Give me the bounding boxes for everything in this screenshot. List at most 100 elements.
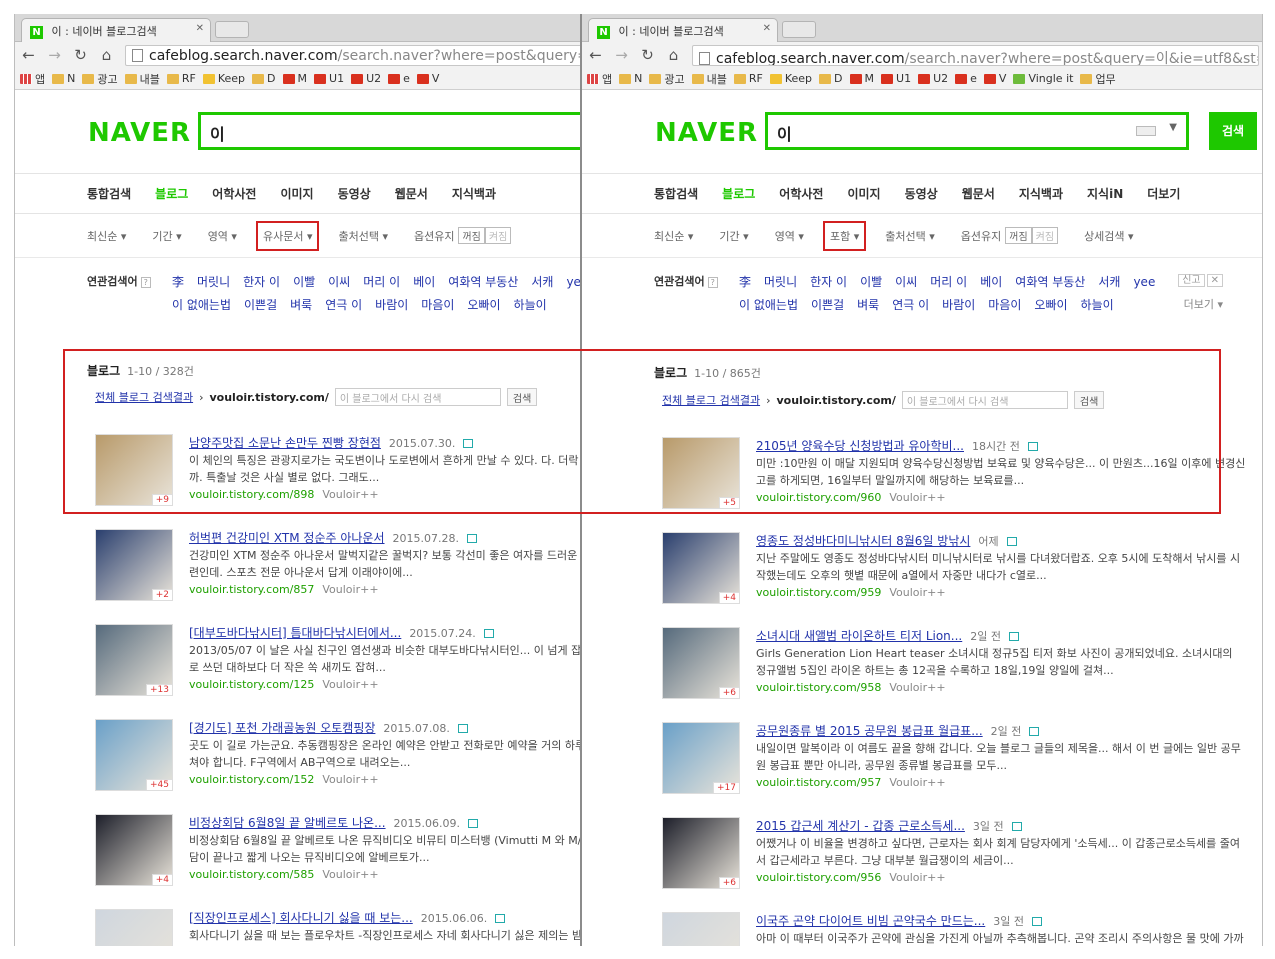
result-title-link[interactable]: [경기도] 포천 가래골농원 오토캠핑장 xyxy=(189,721,375,735)
tab-2[interactable]: 어학사전 xyxy=(779,185,823,202)
open-new-window-icon[interactable] xyxy=(467,534,477,543)
related-keyword[interactable]: 하늘이 xyxy=(1081,298,1114,312)
result-title-link[interactable]: 2105년 양육수당 신청방법과 유아학비... xyxy=(756,439,964,453)
related-keyword[interactable]: 바람이 xyxy=(942,298,975,312)
blog-search-button[interactable]: 검색 xyxy=(1073,391,1105,409)
result-author[interactable]: Vouloir++ xyxy=(889,681,945,694)
keyboard-icon[interactable] xyxy=(1136,126,1156,136)
result-url[interactable]: vouloir.tistory.com/898 xyxy=(189,488,314,501)
related-keyword[interactable]: 서캐 xyxy=(531,275,553,289)
bookmark-item[interactable]: RF xyxy=(166,72,196,85)
result-author[interactable]: Vouloir++ xyxy=(889,871,945,884)
tab-1[interactable]: 블로그 xyxy=(155,185,188,202)
related-keyword[interactable]: yee xyxy=(1133,275,1155,289)
result-author[interactable]: Vouloir++ xyxy=(889,776,945,789)
open-new-window-icon[interactable] xyxy=(457,724,468,733)
toggle-on[interactable]: 켜짐 xyxy=(484,227,512,244)
related-keyword[interactable]: 벼룩 xyxy=(290,298,312,312)
help-icon[interactable]: ? xyxy=(707,277,718,288)
result-url[interactable]: vouloir.tistory.com/585 xyxy=(189,868,314,881)
open-new-window-icon[interactable] xyxy=(483,629,494,638)
search-input[interactable]: 이 ▼ xyxy=(765,112,1189,150)
option-4[interactable]: 출처선택 ▾ xyxy=(338,228,388,244)
related-keyword[interactable]: 연극 이 xyxy=(325,298,362,312)
bookmark-item[interactable]: U1 xyxy=(314,72,344,85)
option-1[interactable]: 기간 ▾ xyxy=(152,228,181,244)
bookmark-item[interactable]: 앱 xyxy=(20,71,45,87)
option-0[interactable]: 최신순 ▾ xyxy=(654,228,693,244)
related-keyword[interactable]: 이 없애는법 xyxy=(739,298,798,312)
option-toggle[interactable]: 꺼짐 켜짐 xyxy=(1005,227,1059,244)
search-button[interactable]: 검색 xyxy=(1209,112,1257,150)
result-author[interactable]: Vouloir++ xyxy=(322,868,378,881)
result-title-link[interactable]: 허벅편 건강미인 XTM 정순주 아나운서 xyxy=(189,531,385,545)
option-toggle[interactable]: 꺼짐 켜짐 xyxy=(458,227,512,244)
new-tab-button[interactable] xyxy=(782,21,816,38)
result-thumbnail[interactable]: +3 xyxy=(95,909,173,946)
tab-7[interactable]: 지식iN xyxy=(1087,185,1123,202)
all-blog-results-link[interactable]: 전체 블로그 검색결과 xyxy=(662,392,760,408)
result-url[interactable]: vouloir.tistory.com/125 xyxy=(189,678,314,691)
result-title-link[interactable]: 남양주맛집 소문난 손만두 찐빵 장현점 xyxy=(189,436,381,450)
result-author[interactable]: Vouloir++ xyxy=(889,491,945,504)
result-thumbnail[interactable]: +13 xyxy=(95,624,173,696)
result-thumbnail[interactable]: +8 xyxy=(662,912,740,946)
related-keyword[interactable]: 이쁜걸 xyxy=(244,298,277,312)
related-keyword[interactable]: 李 xyxy=(739,275,751,289)
result-title-link[interactable]: 공무원종류 별 2015 공무원 봉급표 월급표... xyxy=(756,724,983,738)
tab-1[interactable]: 블로그 xyxy=(722,185,755,202)
related-keyword[interactable]: 하늘이 xyxy=(514,298,547,312)
related-keyword[interactable]: ye xyxy=(566,275,580,289)
blog-search-button[interactable]: 검색 xyxy=(506,388,538,406)
result-url[interactable]: vouloir.tistory.com/152 xyxy=(189,773,314,786)
bookmark-item[interactable]: M xyxy=(282,72,307,85)
bookmark-item[interactable]: D xyxy=(252,72,276,85)
bookmark-item[interactable]: U2 xyxy=(918,72,948,85)
tab-5[interactable]: 웹문서 xyxy=(962,185,995,202)
bookmark-item[interactable]: M xyxy=(849,72,874,85)
option-5[interactable]: 옵션유지 꺼짐 켜짐 xyxy=(414,227,512,244)
forward-icon[interactable]: → xyxy=(614,46,629,64)
close-icon[interactable]: ✕ xyxy=(1206,274,1223,287)
bookmark-item[interactable]: 내블 xyxy=(124,71,160,87)
naver-logo[interactable]: NAVER xyxy=(88,118,191,148)
result-author[interactable]: Vouloir++ xyxy=(322,678,378,691)
related-keyword[interactable]: 연극 이 xyxy=(892,298,929,312)
open-new-window-icon[interactable] xyxy=(463,439,474,448)
bookmark-item[interactable]: Keep xyxy=(769,72,812,85)
related-more-link[interactable]: 더보기 ▾ xyxy=(1184,296,1223,312)
open-new-window-icon[interactable] xyxy=(468,819,479,828)
open-new-window-icon[interactable] xyxy=(1008,632,1019,641)
blog-search-input[interactable]: 이 블로그에서 다시 검색 xyxy=(334,388,501,406)
bookmark-item[interactable]: D xyxy=(819,72,843,85)
home-icon[interactable]: ⌂ xyxy=(99,46,114,64)
naver-logo[interactable]: NAVER xyxy=(655,118,758,148)
related-keyword[interactable]: 바람이 xyxy=(375,298,408,312)
toggle-on[interactable]: 켜짐 xyxy=(1031,227,1059,244)
reload-icon[interactable]: ↻ xyxy=(640,46,655,64)
related-keyword[interactable]: 이 없애는법 xyxy=(172,298,231,312)
related-keyword[interactable]: 여화역 부동산 xyxy=(1015,275,1085,289)
related-keyword[interactable]: 한자 이 xyxy=(810,275,847,289)
bookmark-item[interactable]: e xyxy=(955,72,977,85)
related-keyword[interactable]: 머리 이 xyxy=(363,275,400,289)
result-thumbnail[interactable]: +6 xyxy=(662,627,740,699)
result-author[interactable]: Vouloir++ xyxy=(322,773,378,786)
open-new-window-icon[interactable] xyxy=(1029,727,1040,736)
result-title-link[interactable]: 이국주 곤약 다이어트 비빔 곤약국수 만드는... xyxy=(756,914,985,928)
option-6[interactable]: 상세검색 ▾ xyxy=(1084,228,1134,244)
bookmark-item[interactable]: 광고 xyxy=(82,71,118,87)
address-bar[interactable]: cafeblog.search.naver.com/search.naver?w… xyxy=(125,44,580,66)
result-thumbnail[interactable]: +4 xyxy=(662,532,740,604)
related-keyword[interactable]: 베이 xyxy=(413,275,435,289)
result-thumbnail[interactable]: +2 xyxy=(95,529,173,601)
related-keyword[interactable]: 오빠이 xyxy=(467,298,500,312)
related-keyword[interactable]: 마음이 xyxy=(421,298,454,312)
bookmark-item[interactable]: e xyxy=(388,72,410,85)
bookmark-item[interactable]: V xyxy=(416,72,439,85)
result-title-link[interactable]: [대부도바다낚시터] 틈대바다낚시터에서... xyxy=(189,626,401,640)
related-keyword[interactable]: 이빨 xyxy=(293,275,315,289)
result-thumbnail[interactable]: +6 xyxy=(662,817,740,889)
tab-4[interactable]: 동영상 xyxy=(905,185,938,202)
result-url[interactable]: vouloir.tistory.com/959 xyxy=(756,586,881,599)
